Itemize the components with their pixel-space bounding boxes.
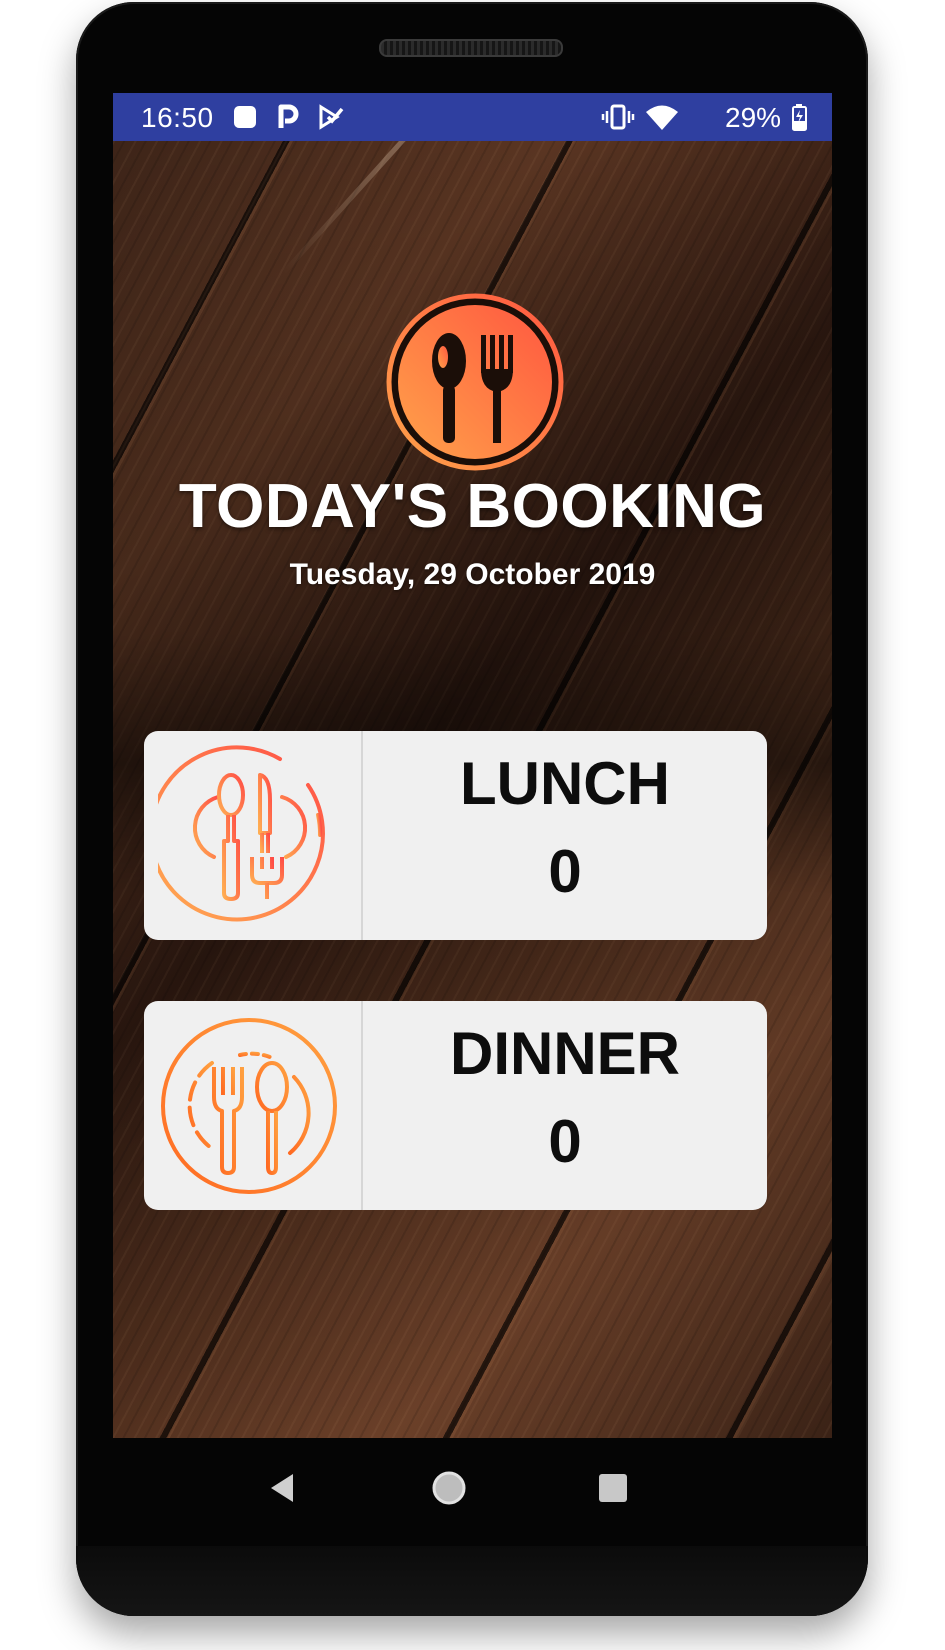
lunch-cutlery-icon bbox=[158, 745, 325, 922]
lunch-card-icon-panel bbox=[144, 731, 363, 940]
page-title: TODAY'S BOOKING bbox=[178, 472, 767, 541]
dinner-booking-card[interactable]: DINNER 0 bbox=[144, 1001, 767, 1210]
task-check-icon bbox=[317, 103, 345, 131]
dinner-label: DINNER bbox=[449, 1020, 680, 1087]
wifi-icon bbox=[645, 103, 679, 131]
home-icon[interactable] bbox=[425, 1464, 473, 1512]
lunch-count: 0 bbox=[548, 838, 582, 905]
notification-square-icon bbox=[231, 103, 259, 131]
p-app-icon bbox=[273, 103, 301, 131]
booking-date: Tuesday, 29 October 2019 bbox=[289, 558, 656, 591]
back-icon[interactable] bbox=[259, 1464, 307, 1512]
phone-chin bbox=[76, 1546, 868, 1616]
navigation-bar bbox=[113, 1438, 832, 1538]
dinner-card-icon-panel bbox=[144, 1001, 363, 1210]
status-time: 16:50 bbox=[141, 102, 214, 133]
lunch-booking-card[interactable]: LUNCH 0 bbox=[144, 731, 767, 940]
dinner-count: 0 bbox=[548, 1108, 582, 1175]
status-bar: 16:50 29% bbox=[113, 93, 832, 141]
recents-icon[interactable] bbox=[589, 1464, 637, 1512]
battery-percentage: 29% bbox=[725, 102, 782, 133]
battery-charging-icon bbox=[791, 103, 809, 131]
app-screen: 16:50 29% TODAY'S BOOKING Tuesday, 29 Oc… bbox=[113, 93, 832, 1438]
dinner-cutlery-icon bbox=[161, 1018, 337, 1194]
spoon-fork-logo-icon bbox=[386, 293, 564, 471]
vibrate-icon bbox=[601, 103, 635, 131]
earpiece-speaker bbox=[379, 39, 563, 57]
lunch-label: LUNCH bbox=[460, 750, 670, 817]
